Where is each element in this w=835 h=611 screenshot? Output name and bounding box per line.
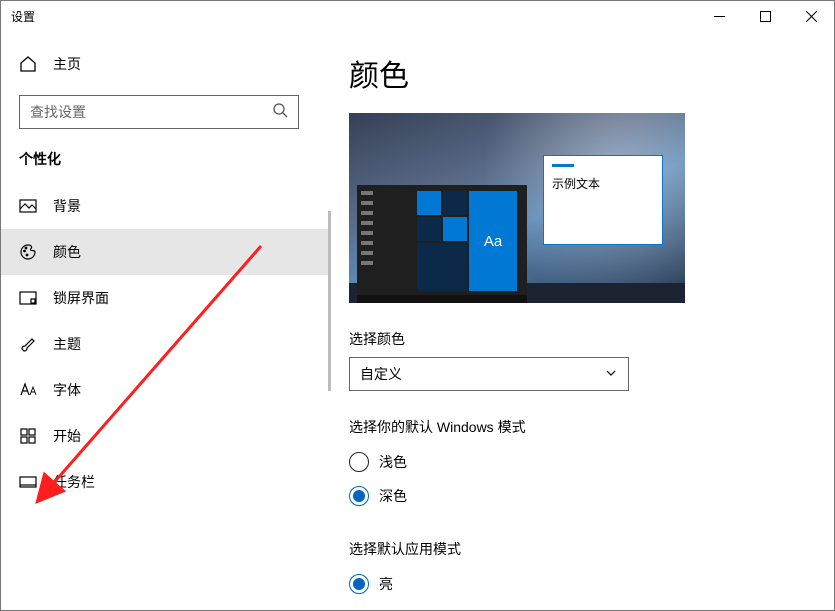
home-nav[interactable]: 主页 [1,41,331,87]
minimize-icon [714,11,725,22]
color-mode-dropdown[interactable]: 自定义 [349,357,629,391]
taskbar-icon [19,473,37,491]
page-title: 颜色 [349,51,804,95]
sidebar-item-start[interactable]: 开始 [1,413,331,459]
sidebar-item-label: 主题 [53,334,81,354]
search-input[interactable]: 查找设置 [19,95,299,129]
sidebar-item-themes[interactable]: 主题 [1,321,331,367]
windows-mode-light[interactable]: 浅色 [349,445,804,479]
preview-start-list [361,191,373,277]
color-preview: Aa 示例文本 [349,113,685,303]
dropdown-value: 自定义 [360,364,604,384]
search-container: 查找设置 [19,95,313,129]
preview-sample-window: 示例文本 [543,155,663,245]
search-placeholder: 查找设置 [30,102,273,122]
sidebar-item-lockscreen[interactable]: 锁屏界面 [1,275,331,321]
titlebar: 设置 [1,1,834,31]
sidebar-item-background[interactable]: 背景 [1,183,331,229]
settings-window: 设置 主页 查找设置 [0,0,835,611]
sidebar-item-label: 锁屏界面 [53,288,109,308]
radio-label: 深色 [379,486,407,506]
home-label: 主页 [53,54,81,74]
preview-sample-text: 示例文本 [552,175,654,192]
brush-icon [19,335,37,353]
home-icon [19,55,37,73]
app-mode-light[interactable]: 亮 [349,567,804,601]
close-icon [806,11,817,22]
app-mode-label: 选择默认应用模式 [349,539,804,559]
preview-start-menu: Aa [357,185,527,295]
radio-label: 亮 [379,574,393,594]
close-button[interactable] [788,1,834,31]
windows-mode-dark[interactable]: 深色 [349,479,804,513]
sidebar-item-colors[interactable]: 颜色 [1,229,331,275]
radio-checked-icon [349,486,369,506]
maximize-button[interactable] [742,1,788,31]
radio-icon [349,452,369,472]
choose-color-label: 选择颜色 [349,329,804,349]
minimize-button[interactable] [696,1,742,31]
chevron-down-icon [604,366,618,383]
maximize-icon [760,11,771,22]
radio-label: 浅色 [379,452,407,472]
lock-screen-icon [19,289,37,307]
preview-tiles: Aa [417,191,517,291]
sidebar-item-label: 字体 [53,380,81,400]
sidebar-item-fonts[interactable]: 字体 [1,367,331,413]
window-title: 设置 [11,8,35,25]
windows-mode-label: 选择你的默认 Windows 模式 [349,417,804,437]
search-icon [273,103,288,121]
window-body: 主页 查找设置 个性化 背景 [1,31,834,610]
sidebar-item-label: 任务栏 [53,472,95,492]
sidebar: 主页 查找设置 个性化 背景 [1,31,331,610]
sidebar-item-label: 开始 [53,426,81,446]
preview-taskbar [357,295,527,303]
sidebar-item-taskbar[interactable]: 任务栏 [1,459,331,505]
sidebar-section-title: 个性化 [1,143,331,183]
preview-accent-bar [552,164,574,167]
sidebar-item-label: 背景 [53,196,81,216]
radio-checked-icon [349,574,369,594]
content-pane: 颜色 Aa 示例文 [331,31,834,610]
image-icon [19,197,37,215]
start-icon [19,427,37,445]
palette-icon [19,243,37,261]
preview-tile-aa: Aa [469,191,517,291]
font-icon [19,381,37,399]
sidebar-item-label: 颜色 [53,242,81,262]
sidebar-scrollbar[interactable] [328,211,331,391]
